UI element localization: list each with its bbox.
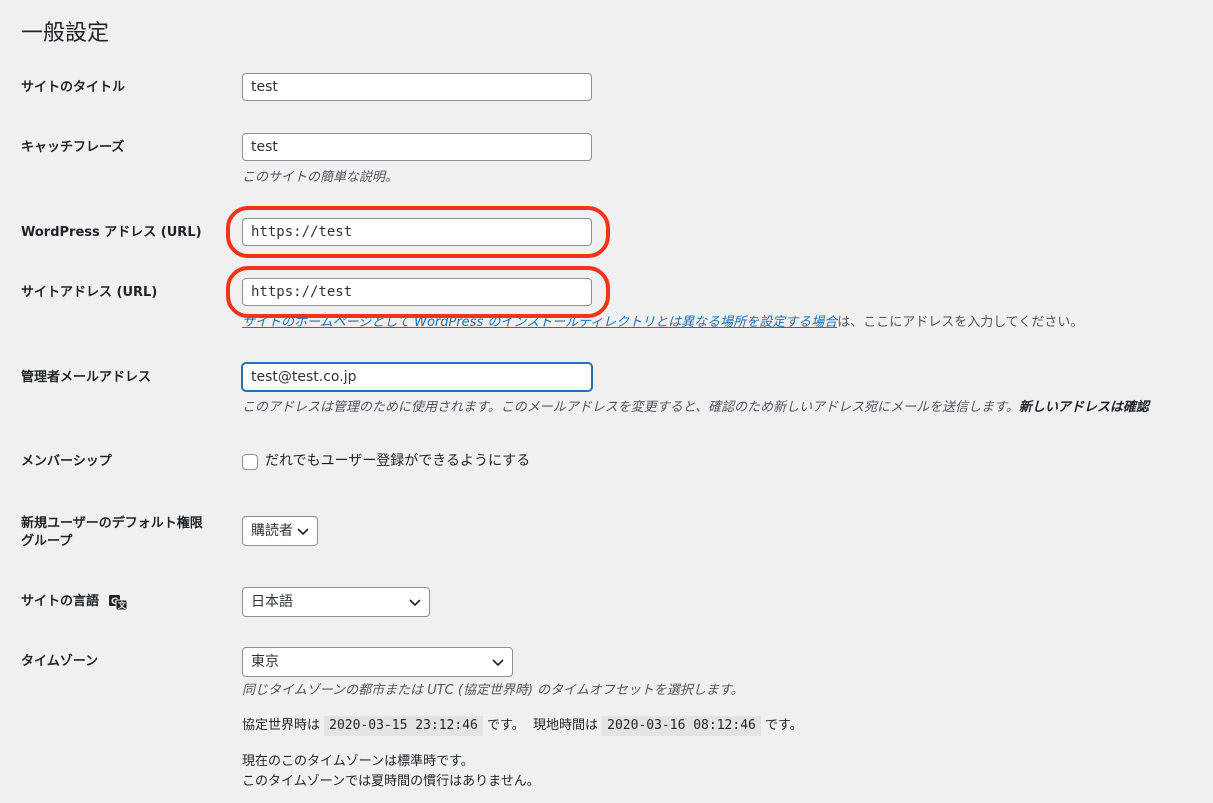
utc-time-value: 2020-03-15 23:12:46 — [324, 716, 483, 736]
svg-text:文: 文 — [118, 600, 127, 610]
admin-email-label: 管理者メールアドレス — [21, 370, 152, 385]
site-address-description-rest: は、ここにアドレスを入力してください。 — [837, 315, 1084, 330]
timezone-label: タイムゾーン — [21, 654, 99, 669]
timezone-dst-note: このタイムゾーンでは夏時間の慣行はありません。 — [242, 774, 540, 789]
default-role-label-line1: 新規ユーザーのデフォルト権限 — [21, 516, 203, 531]
page-title: 一般設定 — [21, 21, 110, 46]
general-settings-page: 一般設定 サイトのタイトル test キャッチフレーズ test このサイトの簡… — [0, 0, 1213, 803]
timezone-description: 同じタイムゾーンの都市または UTC (協定世界時) のタイムオフセットを選択し… — [242, 683, 744, 698]
default-role-select-value: 購読者 — [251, 523, 293, 539]
site-language-select-value: 日本語 — [251, 594, 293, 610]
site-language-select[interactable]: 日本語 — [242, 587, 430, 617]
site-address-label: サイトアドレス (URL) — [21, 285, 158, 300]
admin-email-description: このアドレスは管理のために使用されます。このメールアドレスを変更すると、確認のた… — [242, 399, 1149, 417]
site-address-input[interactable]: https://test — [242, 278, 592, 306]
site-address-description: サイトのホームページとして WordPress のインストールディレクトリとは異… — [242, 314, 1083, 332]
tagline-input[interactable]: test — [242, 133, 592, 161]
chevron-down-icon — [492, 659, 504, 667]
utc-time-suffix: です。 — [487, 718, 525, 733]
membership-checkbox-label[interactable]: だれでもユーザー登録ができるようにする — [265, 452, 530, 470]
membership-label: メンバーシップ — [21, 454, 112, 469]
tagline-description: このサイトの簡単な説明。 — [242, 170, 399, 185]
membership-checkbox[interactable] — [242, 454, 258, 470]
wp-address-input[interactable]: https://test — [242, 218, 592, 246]
site-title-label: サイトのタイトル — [21, 80, 126, 95]
admin-email-description-bold: 新しいアドレスは確認 — [1018, 400, 1149, 415]
admin-email-input[interactable]: test@test.co.jp — [242, 363, 592, 391]
default-role-select[interactable]: 購読者 — [242, 516, 318, 546]
chevron-down-icon — [409, 599, 421, 607]
site-language-label: サイトの言語 G 文 — [21, 592, 128, 611]
site-address-help-link[interactable]: サイトのホームページとして WordPress のインストールディレクトリとは異… — [242, 315, 837, 330]
local-time-suffix: です。 — [765, 718, 803, 733]
local-time-value: 2020-03-16 08:12:46 — [602, 716, 761, 736]
utc-time-prefix: 協定世界時は — [242, 718, 321, 733]
wp-address-label: WordPress アドレス (URL) — [21, 225, 202, 240]
tagline-label: キャッチフレーズ — [21, 140, 125, 155]
chevron-down-icon — [297, 528, 309, 536]
site-language-label-text: サイトの言語 — [21, 594, 100, 609]
translation-icon: G 文 — [108, 594, 128, 610]
timezone-select[interactable]: 東京 — [242, 647, 513, 677]
site-title-input[interactable]: test — [242, 73, 592, 101]
local-time-prefix: 現地時間は — [532, 718, 598, 733]
admin-email-description-text: このアドレスは管理のために使用されます。このメールアドレスを変更すると、確認のた… — [242, 400, 1019, 415]
timezone-standard-note: 現在のこのタイムゾーンは標準時です。 — [242, 754, 474, 769]
timezone-select-value: 東京 — [251, 654, 279, 670]
timezone-time-info: 協定世界時は 2020-03-15 23:12:46 です。 現地時間は 202… — [242, 716, 803, 736]
default-role-label-line2: グループ — [21, 534, 73, 549]
